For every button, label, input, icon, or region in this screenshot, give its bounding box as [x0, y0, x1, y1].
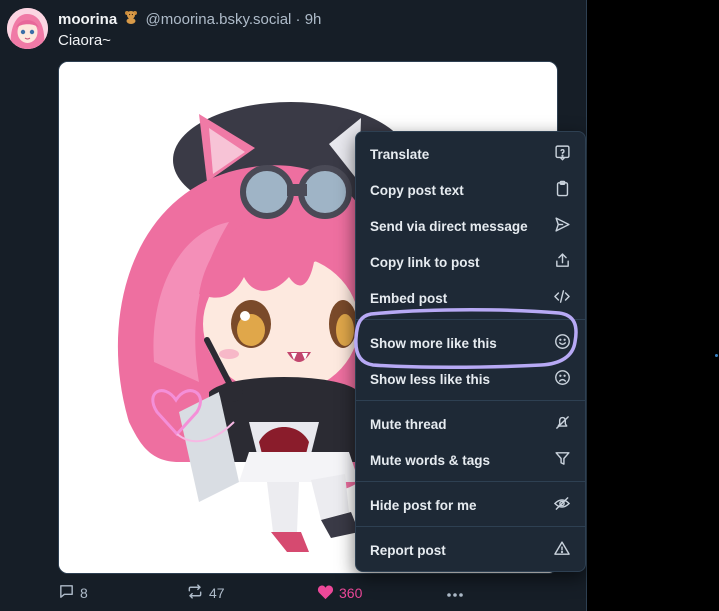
like-button[interactable]: 360 — [317, 583, 362, 603]
avatar[interactable] — [7, 8, 48, 49]
menu-item-label: Show more like this — [370, 335, 497, 351]
eye-slash-icon — [553, 495, 571, 515]
repost-icon — [186, 583, 209, 603]
menu-separator — [356, 400, 585, 401]
reply-button[interactable]: 8 — [58, 583, 88, 603]
menu-separator — [356, 481, 585, 482]
menu-item-copy-text[interactable]: Copy post text — [356, 172, 585, 208]
menu-item-label: Copy link to post — [370, 254, 480, 270]
menu-item-mute-words[interactable]: Mute words & tags — [356, 442, 585, 478]
reply-count: 8 — [80, 585, 88, 601]
menu-item-label: Embed post — [370, 290, 448, 306]
teddy-bear-icon — [124, 10, 138, 24]
display-name[interactable]: moorina — [58, 11, 117, 28]
ellipsis-icon — [446, 585, 469, 601]
menu-item-label: Send via direct message — [370, 218, 528, 234]
code-icon — [553, 288, 571, 308]
menu-item-label: Mute thread — [370, 416, 447, 432]
post-header: moorina @moorina.bsky.social · 9h — [58, 10, 321, 29]
post-timestamp[interactable]: 9h — [305, 11, 322, 28]
heart-icon — [317, 584, 339, 603]
author-handle[interactable]: @moorina.bsky.social — [146, 11, 292, 28]
menu-item-embed[interactable]: Embed post — [356, 280, 585, 316]
more-options-button[interactable] — [446, 583, 469, 603]
post-text: Ciaora~ — [58, 32, 111, 49]
post-actions: 8 47 360 — [58, 583, 478, 603]
menu-separator — [356, 319, 585, 320]
warning-icon — [553, 540, 571, 560]
repost-count: 47 — [209, 585, 225, 601]
post-options-menu: Translate Copy post text Send via direct… — [355, 131, 586, 572]
menu-item-mute-thread[interactable]: Mute thread — [356, 406, 585, 442]
separator-dot: · — [295, 11, 301, 28]
send-icon — [554, 216, 571, 236]
translate-icon — [554, 144, 571, 164]
reply-icon — [58, 583, 80, 603]
frown-icon — [554, 369, 571, 389]
menu-item-label: Mute words & tags — [370, 452, 491, 468]
smile-icon — [554, 333, 571, 353]
menu-item-hide-post[interactable]: Hide post for me — [356, 487, 585, 523]
menu-item-translate[interactable]: Translate — [356, 136, 585, 172]
menu-item-send-dm[interactable]: Send via direct message — [356, 208, 585, 244]
menu-item-report[interactable]: Report post — [356, 532, 585, 568]
menu-item-label: Hide post for me — [370, 497, 477, 513]
menu-item-label: Report post — [370, 542, 446, 558]
menu-item-label: Copy post text — [370, 182, 464, 198]
menu-item-label: Show less like this — [370, 371, 491, 387]
menu-item-show-less[interactable]: Show less like this — [356, 361, 585, 397]
menu-item-show-more[interactable]: Show more like this — [356, 325, 585, 361]
filter-icon — [554, 450, 571, 470]
clipboard-icon — [554, 180, 571, 200]
scroll-indicator-dot — [715, 354, 718, 357]
menu-item-copy-link[interactable]: Copy link to post — [356, 244, 585, 280]
repost-button[interactable]: 47 — [186, 583, 225, 603]
mute-icon — [554, 414, 571, 434]
like-count: 360 — [339, 585, 363, 601]
share-icon — [554, 252, 571, 272]
right-pane — [588, 0, 719, 611]
menu-separator — [356, 526, 585, 527]
menu-item-label: Translate — [370, 146, 430, 162]
